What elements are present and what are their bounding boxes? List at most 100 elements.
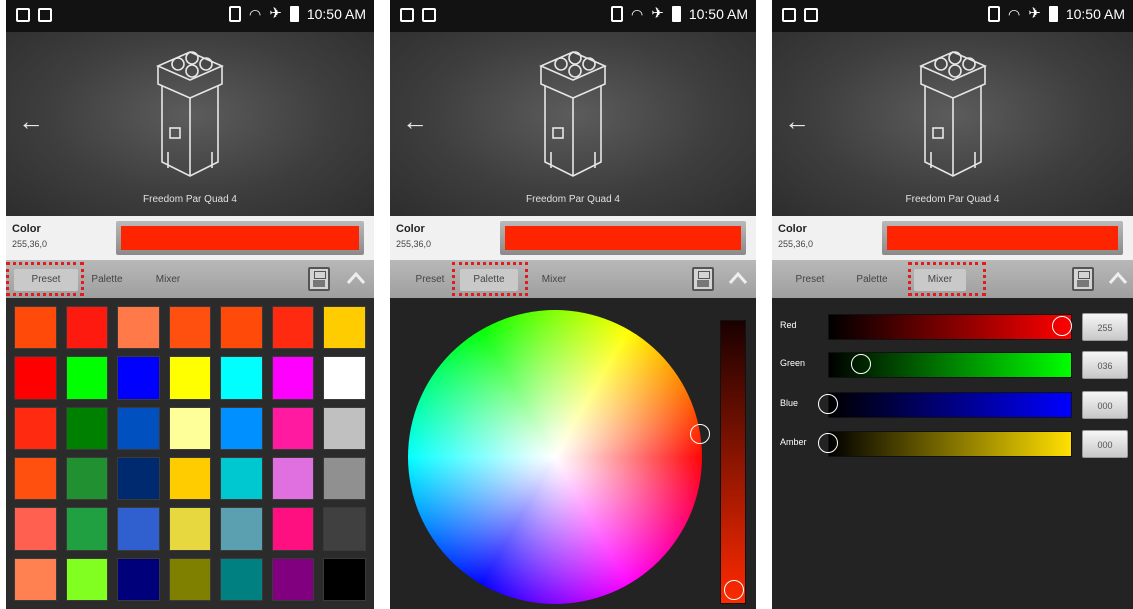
preset-color-cell[interactable] xyxy=(323,456,366,501)
preset-color-cell[interactable] xyxy=(14,557,57,601)
save-icon[interactable] xyxy=(308,267,330,291)
tab-preset[interactable]: Preset xyxy=(404,269,456,291)
color-wheel-cursor[interactable] xyxy=(690,424,710,444)
preset-color-cell[interactable] xyxy=(220,557,263,601)
brightness-slider-thumb[interactable] xyxy=(724,580,744,600)
color-swatch xyxy=(121,226,359,250)
preset-color-cell[interactable] xyxy=(323,406,366,450)
preset-color-cell[interactable] xyxy=(220,507,263,551)
color-swatch xyxy=(505,226,741,250)
preset-color-cell[interactable] xyxy=(14,356,57,400)
preset-color-cell[interactable] xyxy=(168,356,212,400)
preset-color-cell[interactable] xyxy=(117,306,160,350)
phone-icon xyxy=(611,6,624,22)
airplane-icon: ✈ xyxy=(651,5,664,22)
preset-color-cell[interactable] xyxy=(14,406,57,450)
red-slider-thumb[interactable] xyxy=(1052,316,1072,336)
preset-color-cell[interactable] xyxy=(14,306,57,350)
tab-palette[interactable]: Palette xyxy=(84,269,130,291)
preset-color-cell[interactable] xyxy=(117,406,160,450)
selected-tab-highlight xyxy=(452,262,528,296)
mixer-row-red: Red 255 xyxy=(772,312,1133,342)
preset-color-cell[interactable] xyxy=(168,557,212,601)
tab-palette[interactable]: Palette xyxy=(848,269,896,291)
back-arrow-icon[interactable]: ← xyxy=(18,108,44,134)
save-icon[interactable] xyxy=(1072,267,1094,291)
back-arrow-icon[interactable]: ← xyxy=(784,108,810,134)
phone-icon xyxy=(229,6,242,22)
preset-color-cell[interactable] xyxy=(117,557,160,601)
airplane-icon: ✈ xyxy=(269,5,282,22)
amber-slider-thumb[interactable] xyxy=(818,433,838,453)
color-wheel[interactable] xyxy=(408,310,702,604)
status-bar: ◠ ✈ 10:50 AM xyxy=(390,0,756,32)
preset-color-cell[interactable] xyxy=(323,507,366,551)
color-swatch xyxy=(887,226,1118,250)
selected-tab-highlight xyxy=(6,262,84,296)
preset-color-cell[interactable] xyxy=(65,356,109,400)
preset-color-cell[interactable] xyxy=(323,356,366,400)
message-icon xyxy=(804,8,818,22)
preset-color-cell[interactable] xyxy=(65,406,109,450)
preset-color-cell[interactable] xyxy=(65,557,109,601)
amber-value-field[interactable]: 000 xyxy=(1082,430,1128,458)
preset-color-cell[interactable] xyxy=(117,356,160,400)
mixer-row-green: Green 036 xyxy=(772,350,1133,380)
device-name: Freedom Par Quad 4 xyxy=(905,194,1000,205)
preset-color-cell[interactable] xyxy=(117,456,160,501)
preset-color-cell[interactable] xyxy=(323,306,366,350)
preset-color-cell[interactable] xyxy=(168,406,212,450)
status-bar: ◠ ✈ 10:50 AM xyxy=(6,0,374,32)
status-time: 10:50 AM xyxy=(688,6,748,22)
red-slider[interactable] xyxy=(828,314,1072,340)
tab-mixer[interactable]: Mixer xyxy=(534,269,574,291)
status-time: 10:50 AM xyxy=(306,6,366,22)
preset-color-cell[interactable] xyxy=(168,306,212,350)
preset-color-cell[interactable] xyxy=(14,456,57,501)
red-value-field[interactable]: 255 xyxy=(1082,313,1128,341)
preset-color-cell[interactable] xyxy=(65,456,109,501)
preset-color-cell[interactable] xyxy=(65,507,109,551)
preset-color-cell[interactable] xyxy=(168,507,212,551)
preset-color-cell[interactable] xyxy=(14,507,57,551)
blue-slider-thumb[interactable] xyxy=(818,394,838,414)
preset-color-cell[interactable] xyxy=(220,456,263,501)
preset-color-cell[interactable] xyxy=(323,557,366,601)
wifi-icon: ◠ xyxy=(1008,6,1021,22)
preset-color-cell[interactable] xyxy=(220,356,263,400)
save-icon[interactable] xyxy=(692,267,714,291)
preset-color-cell[interactable] xyxy=(271,456,315,501)
preset-grid xyxy=(6,298,374,609)
back-arrow-icon[interactable]: ← xyxy=(402,108,428,134)
tab-mixer[interactable]: Mixer xyxy=(148,269,188,291)
preset-color-cell[interactable] xyxy=(220,306,263,350)
blue-slider[interactable] xyxy=(828,392,1072,418)
color-label: Color xyxy=(12,223,41,235)
palette-screen: ◠ ✈ 10:50 AM ← Freedom Par Quad 4 Color … xyxy=(390,0,756,609)
green-value-field[interactable]: 036 xyxy=(1082,351,1128,379)
color-value: 255,36,0 xyxy=(778,239,814,249)
preset-color-cell[interactable] xyxy=(271,507,315,551)
collapse-icon[interactable] xyxy=(346,270,366,286)
preset-color-cell[interactable] xyxy=(168,456,212,501)
preset-screen: ◠ ✈ 10:50 AM ← Freedom Par Quad 4 Color … xyxy=(6,0,374,609)
brightness-slider[interactable] xyxy=(720,320,746,604)
collapse-icon[interactable] xyxy=(728,270,748,286)
blue-value-field[interactable]: 000 xyxy=(1082,391,1128,419)
green-slider-thumb[interactable] xyxy=(850,354,871,374)
fixture-image xyxy=(156,51,224,177)
amber-slider[interactable] xyxy=(828,431,1072,457)
gallery-icon xyxy=(400,8,414,22)
preset-color-cell[interactable] xyxy=(65,306,109,350)
gallery-icon xyxy=(782,8,796,22)
preset-color-cell[interactable] xyxy=(271,557,315,601)
preset-color-cell[interactable] xyxy=(271,356,315,400)
color-preview xyxy=(882,221,1123,255)
preset-color-cell[interactable] xyxy=(271,306,315,350)
preset-color-cell[interactable] xyxy=(220,406,263,450)
tab-preset[interactable]: Preset xyxy=(784,269,836,291)
preset-color-cell[interactable] xyxy=(271,406,315,450)
selected-tab-highlight xyxy=(908,262,986,296)
collapse-icon[interactable] xyxy=(1108,270,1128,286)
preset-color-cell[interactable] xyxy=(117,507,160,551)
